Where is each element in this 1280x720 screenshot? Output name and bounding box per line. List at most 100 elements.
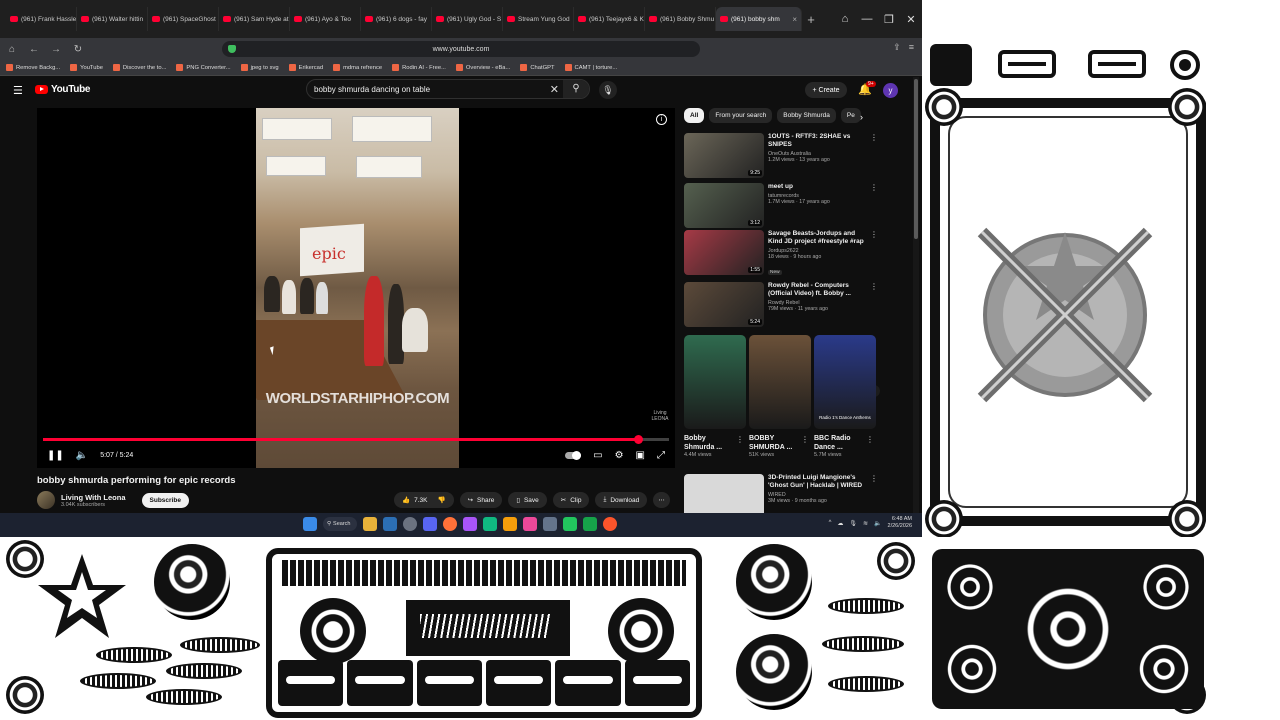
discord-icon[interactable] bbox=[423, 517, 437, 531]
bookmark-item[interactable]: Discover the to... bbox=[112, 64, 166, 71]
home-icon[interactable]: ⌂ bbox=[834, 13, 856, 25]
menu-icon[interactable]: ≡ bbox=[909, 42, 914, 53]
pause-icon[interactable]: ❚❚ bbox=[47, 450, 64, 461]
forward-icon[interactable]: → bbox=[50, 44, 62, 55]
captions-icon[interactable]: ▭ bbox=[593, 450, 602, 461]
clip-button[interactable]: ✂ Clip bbox=[552, 492, 590, 508]
microphone-icon[interactable]: 🎙 bbox=[599, 81, 617, 99]
short-title[interactable]: BBC Radio Dance ... bbox=[814, 434, 866, 452]
recommendation-title[interactable]: meet up bbox=[768, 183, 868, 191]
search-icon[interactable]: ⚲ bbox=[563, 80, 589, 98]
short-title[interactable]: Bobby Shmurda ... bbox=[684, 434, 736, 452]
browser-tab[interactable]: (961) Ugly God - S bbox=[432, 7, 503, 31]
browser-tab[interactable]: (961) Frank Hassle bbox=[6, 7, 77, 31]
file-explorer-icon[interactable] bbox=[363, 517, 377, 531]
home-icon[interactable]: ⌂ bbox=[6, 44, 18, 55]
maximize-button[interactable]: ❐ bbox=[878, 13, 900, 26]
short-item[interactable]: BOBBY SHMURDA ... 51K views ⋮ bbox=[749, 335, 811, 458]
settings-icon[interactable]: ⚙ bbox=[615, 450, 624, 461]
more-vert-icon[interactable]: ⋮ bbox=[870, 183, 878, 192]
app-icon[interactable] bbox=[503, 517, 517, 531]
browser-tab[interactable]: (961) bobby shm × bbox=[716, 7, 802, 31]
app-icon[interactable] bbox=[583, 517, 597, 531]
share-icon[interactable]: ⇪ bbox=[893, 42, 901, 53]
hamburger-icon[interactable]: ☰ bbox=[13, 84, 23, 97]
recommendation-item[interactable]: 3:12 meet up tatumrecords 1.7M views · 17 y… bbox=[684, 183, 880, 229]
bookmark-item[interactable]: Remove Backg... bbox=[6, 64, 60, 71]
browser-tab[interactable]: (961) SpaceGhost bbox=[148, 7, 219, 31]
share-button[interactable]: ↪ Share bbox=[459, 492, 503, 508]
minimize-button[interactable]: — bbox=[856, 13, 878, 25]
bookmark-item[interactable]: Rodin AI - Free... bbox=[392, 64, 446, 71]
browser-tab[interactable]: (961) 6 dogs - fay bbox=[361, 7, 432, 31]
more-vert-icon[interactable]: ⋮ bbox=[736, 435, 744, 444]
short-thumbnail[interactable]: Radio 1's Dance Anthems bbox=[814, 335, 876, 429]
channel-watermark[interactable]: Living LEONA bbox=[649, 410, 671, 428]
bookmark-item[interactable]: jpeg to svg bbox=[240, 64, 279, 71]
close-tab-icon[interactable]: × bbox=[792, 15, 797, 24]
search-input[interactable]: bobby shmurda dancing on table ✕ ⚲ bbox=[306, 79, 590, 99]
firefox-icon[interactable] bbox=[443, 517, 457, 531]
create-button[interactable]: + Create bbox=[805, 82, 847, 98]
bookmark-item[interactable]: PNG Converter... bbox=[176, 64, 231, 71]
more-vert-icon[interactable]: ⋮ bbox=[870, 133, 878, 142]
browser-tab[interactable]: (961) Teejayx6 & K bbox=[574, 7, 645, 31]
chevron-right-icon[interactable]: › bbox=[860, 112, 863, 122]
channel-avatar[interactable] bbox=[37, 491, 55, 509]
more-vert-icon[interactable]: ⋮ bbox=[870, 474, 878, 483]
reload-icon[interactable]: ↻ bbox=[72, 44, 84, 55]
more-vert-icon[interactable]: ⋮ bbox=[801, 435, 809, 444]
autoplay-toggle[interactable] bbox=[565, 450, 582, 460]
brave-browser-icon[interactable] bbox=[603, 517, 617, 531]
theater-icon[interactable]: ▣ bbox=[636, 450, 645, 461]
cloud-icon[interactable]: ☁ bbox=[837, 520, 843, 527]
video-thumbnail[interactable]: 3:12 bbox=[684, 183, 764, 228]
video-thumbnail[interactable]: 5:24 bbox=[684, 282, 764, 327]
recommendation-title[interactable]: Savage Beasts-Jordups and Kind JD projec… bbox=[768, 230, 868, 246]
taskbar-search[interactable]: ⚲ Search bbox=[323, 517, 357, 531]
windows-start-icon[interactable] bbox=[303, 517, 317, 531]
back-icon[interactable]: ← bbox=[28, 44, 40, 55]
filter-chip[interactable]: All bbox=[684, 108, 705, 123]
recommendation-title[interactable]: 3D-Printed Luigi Mangione's 'Ghost Gun' … bbox=[768, 474, 868, 490]
browser-tab[interactable]: (961) Ayo & Teo bbox=[290, 7, 361, 31]
steam-icon[interactable] bbox=[383, 517, 397, 531]
short-item[interactable]: Radio 1's Dance Anthems BBC Radio Dance .… bbox=[814, 335, 876, 458]
filter-chip[interactable]: From your search bbox=[709, 108, 773, 123]
recommendation-item[interactable]: 9:25 1OUTS - RFTF3: 2SHAE vs SNIPES OneOut… bbox=[684, 133, 880, 179]
recommendation-title[interactable]: Rowdy Rebel - Computers (Official Video)… bbox=[768, 282, 868, 298]
close-window-button[interactable]: ✕ bbox=[900, 13, 922, 26]
scrollbar-thumb[interactable] bbox=[914, 79, 918, 239]
recommendation-item[interactable]: 1:55 Savage Beasts-Jordups and Kind JD pr… bbox=[684, 230, 880, 276]
browser-tab[interactable]: (961) Sam Hyde at bbox=[219, 7, 290, 31]
bookmark-item[interactable]: YouTube bbox=[70, 64, 103, 71]
avatar[interactable]: y bbox=[883, 83, 898, 98]
thumbs-down-icon[interactable]: 👎 bbox=[437, 496, 445, 504]
app-icon[interactable] bbox=[543, 517, 557, 531]
volume-icon[interactable]: 🔈 bbox=[874, 520, 881, 527]
bookmark-item[interactable]: Overview - eBa... bbox=[455, 64, 510, 71]
app-icon[interactable] bbox=[483, 517, 497, 531]
browser-tab[interactable]: (961) Walter hittin bbox=[77, 7, 148, 31]
page-scrollbar[interactable] bbox=[913, 77, 919, 513]
bookmark-item[interactable]: ChatGPT bbox=[520, 64, 555, 71]
save-button[interactable]: ▯ Save bbox=[508, 492, 547, 508]
app-icon[interactable] bbox=[403, 517, 417, 531]
subscribe-button[interactable]: Subscribe bbox=[141, 492, 189, 508]
microphone-icon[interactable]: 🎙 bbox=[849, 520, 857, 527]
chevron-up-icon[interactable]: ^ bbox=[829, 520, 832, 526]
bookmark-item[interactable]: CAMT | torture... bbox=[564, 64, 617, 71]
more-actions-button[interactable]: ⋯ bbox=[653, 492, 670, 508]
volume-icon[interactable]: 🔈 bbox=[76, 450, 88, 461]
short-thumbnail[interactable] bbox=[684, 335, 746, 429]
video-player[interactable]: epic WORLDSTARHIPHOP.COM i Living LEONA … bbox=[37, 108, 675, 468]
like-button[interactable]: 👍 7.3K 👎 bbox=[394, 492, 454, 508]
wifi-icon[interactable]: ≋ bbox=[863, 520, 868, 527]
more-vert-icon[interactable]: ⋮ bbox=[870, 282, 878, 291]
app-icon[interactable] bbox=[463, 517, 477, 531]
app-icon[interactable] bbox=[563, 517, 577, 531]
short-thumbnail[interactable] bbox=[749, 335, 811, 429]
shield-icon[interactable] bbox=[228, 45, 236, 53]
video-thumbnail[interactable]: 1:55 bbox=[684, 230, 764, 275]
youtube-logo[interactable]: YouTube bbox=[35, 84, 91, 95]
